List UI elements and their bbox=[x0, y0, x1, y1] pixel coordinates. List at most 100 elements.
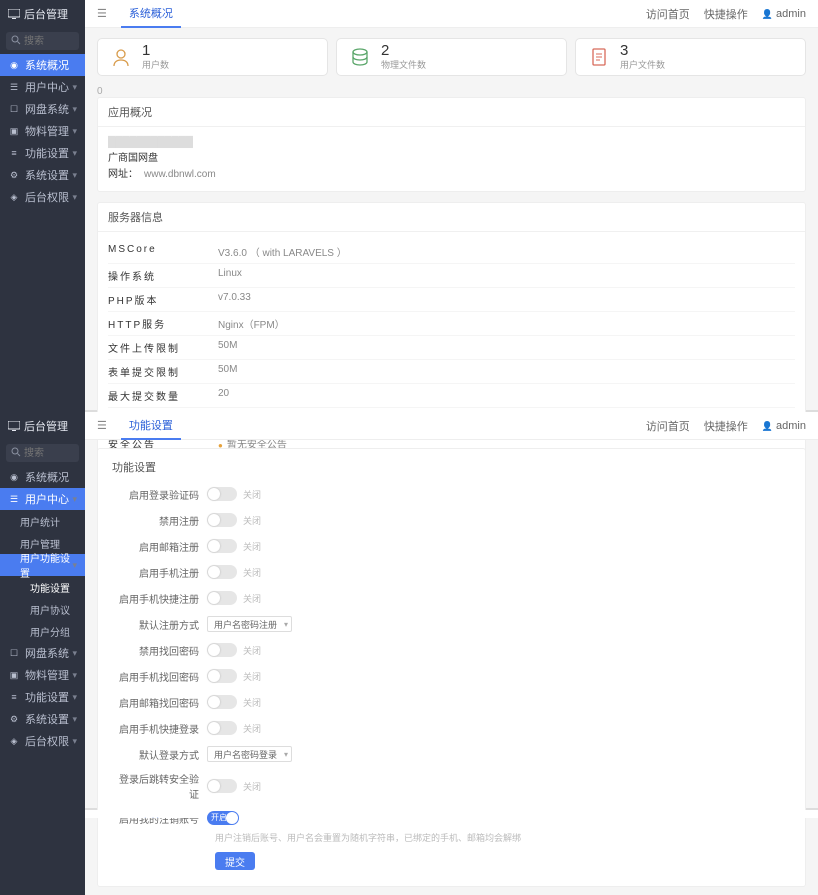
section-title: 服务器信息 bbox=[98, 203, 805, 232]
toggle[interactable] bbox=[207, 721, 237, 735]
user-icon: ☰ bbox=[8, 82, 20, 93]
sliders-icon: ≡ bbox=[8, 148, 20, 158]
row-phone-quick-login: 启用手机快捷登录关闭 bbox=[112, 719, 791, 737]
nav-material[interactable]: ▣物料管理▾ bbox=[0, 120, 85, 142]
loose-text: 0 bbox=[85, 86, 818, 97]
toggle[interactable] bbox=[207, 539, 237, 553]
spec-row: MSCoreV3.6.0 （ with LARAVELS ） bbox=[108, 240, 795, 264]
nav-perm[interactable]: ◈后台权限▾ bbox=[0, 730, 85, 752]
row-phone-findpwd: 启用手机找回密码关闭 bbox=[112, 667, 791, 685]
nav-overview[interactable]: ◉系统概况 bbox=[0, 54, 85, 76]
chevron-down-icon: ▾ bbox=[72, 560, 77, 571]
toggle[interactable] bbox=[207, 513, 237, 527]
nav-user-agreement[interactable]: 用户协议 bbox=[0, 598, 85, 620]
select-register-method[interactable]: 用户名密码注册 bbox=[207, 616, 292, 632]
nav-disk[interactable]: ☐网盘系统▾ bbox=[0, 98, 85, 120]
nav-perm[interactable]: ◈后台权限▾ bbox=[0, 186, 85, 208]
chevron-down-icon: ▾ bbox=[72, 494, 77, 505]
chevron-down-icon: ▾ bbox=[72, 692, 77, 703]
gauge-icon: ◉ bbox=[8, 472, 20, 483]
link-quick-ops[interactable]: 快捷操作 bbox=[704, 6, 748, 22]
chevron-down-icon: ▾ bbox=[72, 736, 77, 747]
main: ☰ 系统概况 访问首页 快捷操作 admin 1 用户数 2 物理文件数 3 bbox=[85, 0, 818, 475]
stat-label: 物理文件数 bbox=[381, 60, 426, 70]
gear-icon: ⚙ bbox=[8, 170, 20, 181]
info-line: ████████████ bbox=[108, 135, 795, 151]
link-visit-home[interactable]: 访问首页 bbox=[646, 418, 690, 434]
menu-toggle-icon[interactable]: ☰ bbox=[97, 419, 107, 432]
topbar-user[interactable]: admin bbox=[762, 8, 806, 20]
brand-label: 后台管理 bbox=[24, 6, 68, 22]
form-title: 功能设置 bbox=[112, 459, 791, 475]
nav-feature-settings[interactable]: 功能设置 bbox=[0, 576, 85, 598]
toggle[interactable] bbox=[207, 643, 237, 657]
database-icon bbox=[347, 44, 373, 70]
stat-num: 1 bbox=[142, 43, 169, 58]
section-app-overview: 应用概况 ████████████ 广商国网盘 网址：www.dbnwl.com bbox=[97, 97, 806, 192]
nav-user-group[interactable]: 用户分组 bbox=[0, 620, 85, 642]
toggle[interactable] bbox=[207, 779, 237, 793]
toggle[interactable]: 开启 bbox=[207, 811, 239, 825]
select-login-method[interactable]: 用户名密码登录 bbox=[207, 746, 292, 762]
stat-label: 用户数 bbox=[142, 60, 169, 70]
gauge-icon: ◉ bbox=[8, 60, 20, 71]
nav-user-stats[interactable]: 用户统计 bbox=[0, 510, 85, 532]
nav-overview[interactable]: ◉系统概况 bbox=[0, 466, 85, 488]
box-icon: ▣ bbox=[8, 126, 20, 137]
toggle[interactable] bbox=[207, 669, 237, 683]
tab-usermgmt[interactable]: 用户管理 bbox=[121, 810, 181, 818]
nav-user[interactable]: ☰用户中心▾ bbox=[0, 488, 85, 510]
stat-files-physical: 2 物理文件数 bbox=[336, 38, 567, 76]
disk-icon: ☐ bbox=[8, 648, 20, 659]
link-visit-home[interactable]: 访问首页 bbox=[646, 6, 690, 22]
nav-material[interactable]: ▣物料管理▾ bbox=[0, 664, 85, 686]
nav-feature[interactable]: ≡功能设置▾ bbox=[0, 686, 85, 708]
link-quick-ops[interactable]: 快捷操作 bbox=[704, 418, 748, 434]
section-title: 应用概况 bbox=[98, 98, 805, 127]
row-phone-quick-register: 启用手机快捷注册关闭 bbox=[112, 589, 791, 607]
brand-label: 后台管理 bbox=[24, 418, 68, 434]
nav-user-feature[interactable]: 用户功能设置▾ bbox=[0, 554, 85, 576]
row-default-register: 默认注册方式用户名密码注册 bbox=[112, 615, 791, 633]
desktop-icon bbox=[8, 9, 20, 19]
topbar-user[interactable]: admin bbox=[762, 420, 806, 432]
nav-disk[interactable]: ☐网盘系统▾ bbox=[0, 642, 85, 664]
shield-icon: ◈ bbox=[8, 736, 20, 747]
desktop-icon bbox=[8, 421, 20, 431]
stat-num: 2 bbox=[381, 43, 426, 58]
tab-settings[interactable]: 功能设置 bbox=[121, 412, 181, 440]
row-login-redirect-verify: 登录后跳转安全验证关闭 bbox=[112, 771, 791, 801]
nav-system[interactable]: ⚙系统设置▾ bbox=[0, 164, 85, 186]
search-icon bbox=[11, 447, 21, 457]
chevron-down-icon: ▾ bbox=[72, 148, 77, 159]
file-icon bbox=[586, 44, 612, 70]
form-panel: 功能设置 启用登录验证码关闭 禁用注册关闭 启用邮箱注册关闭 启用手机注册关闭 … bbox=[97, 448, 806, 887]
row-email-register: 启用邮箱注册关闭 bbox=[112, 537, 791, 555]
nav-user[interactable]: ☰用户中心▾ bbox=[0, 76, 85, 98]
nav-feature[interactable]: ≡功能设置▾ bbox=[0, 142, 85, 164]
nav-system[interactable]: ⚙系统设置▾ bbox=[0, 708, 85, 730]
menu-toggle-icon[interactable]: ☰ bbox=[97, 7, 107, 20]
nav: ◉系统概况 ☰用户中心▾ ☐网盘系统▾ ▣物料管理▾ ≡功能设置▾ ⚙系统设置▾… bbox=[0, 54, 85, 208]
toggle[interactable] bbox=[207, 565, 237, 579]
shield-icon: ◈ bbox=[8, 192, 20, 203]
chevron-down-icon: ▾ bbox=[72, 82, 77, 93]
screenshot-usermgmt: 后台管理 ☰ 用户管理 访问首页 快捷操作 admin bbox=[0, 810, 818, 818]
toggle[interactable] bbox=[207, 487, 237, 501]
main: ☰ 功能设置 访问首页 快捷操作 admin 功能设置 启用登录验证码关闭 禁用… bbox=[85, 412, 818, 895]
stats-row: 1 用户数 2 物理文件数 3用户文件数 bbox=[85, 28, 818, 86]
toggle[interactable] bbox=[207, 591, 237, 605]
info-line: 广商国网盘 bbox=[108, 151, 795, 167]
submit-button[interactable]: 提交 bbox=[215, 852, 255, 870]
tab-overview[interactable]: 系统概况 bbox=[121, 0, 181, 28]
toggle[interactable] bbox=[207, 695, 237, 709]
nav: ◉系统概况 ☰用户中心▾ 用户统计 用户管理 用户功能设置▾ 功能设置 用户协议… bbox=[0, 466, 85, 752]
search-box[interactable] bbox=[6, 444, 79, 462]
row-default-login: 默认登录方式用户名密码登录 bbox=[112, 745, 791, 763]
sidebar: 后台管理 ◉系统概况 ☰用户中心▾ ☐网盘系统▾ ▣物料管理▾ ≡功能设置▾ ⚙… bbox=[0, 0, 85, 475]
stat-files-user: 3用户文件数 bbox=[575, 38, 806, 76]
stat-num: 3 bbox=[620, 43, 665, 58]
row-disable-register: 禁用注册关闭 bbox=[112, 511, 791, 529]
row-login-captcha: 启用登录验证码关闭 bbox=[112, 485, 791, 503]
search-box[interactable] bbox=[6, 32, 79, 50]
